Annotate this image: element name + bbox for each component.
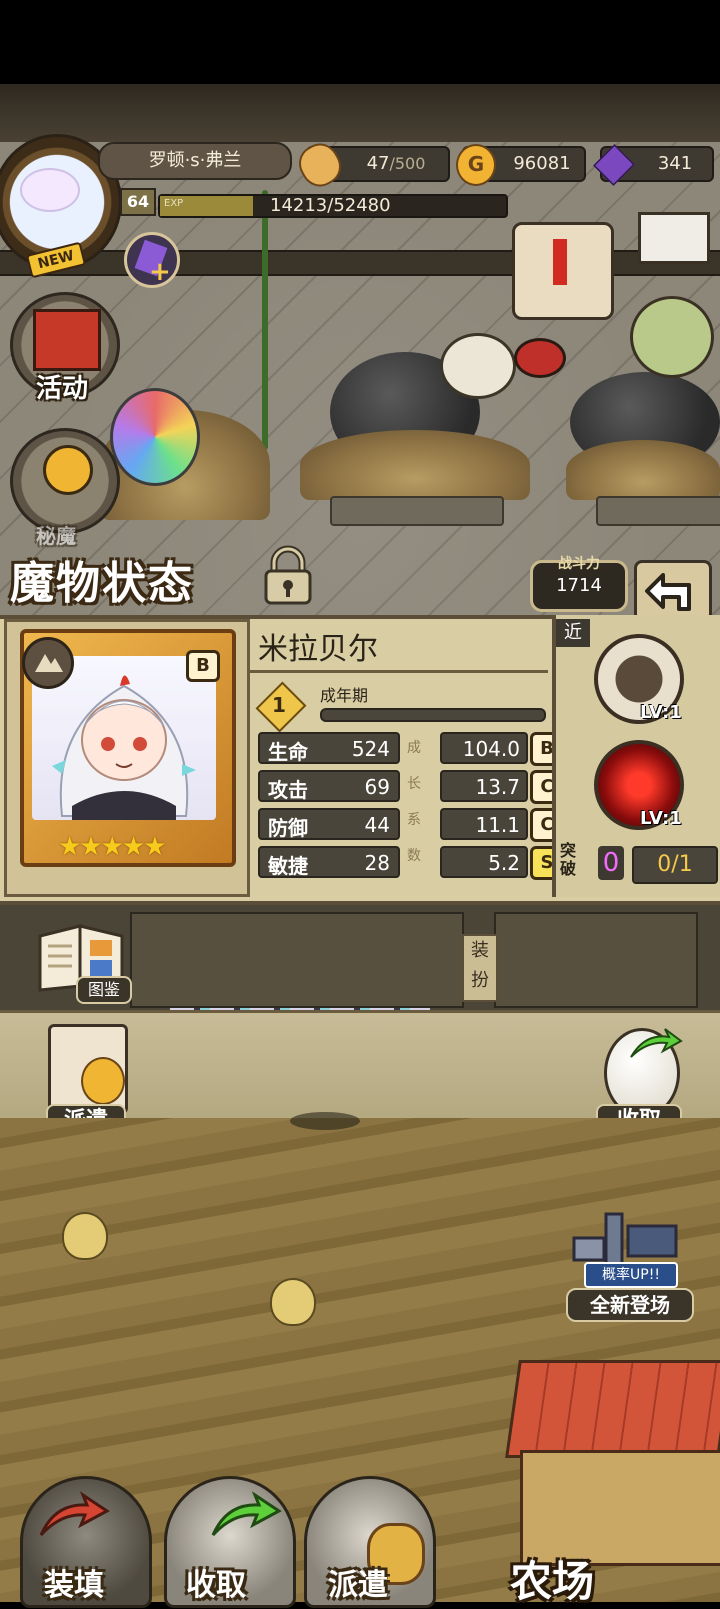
combat-power-label: 战斗力 <box>558 556 600 572</box>
ceiling-beam <box>0 84 720 142</box>
page-title: 魔物状态 <box>10 558 194 609</box>
breakthrough-progress: 0/1 <box>632 846 718 884</box>
chick-1[interactable] <box>62 1212 108 1260</box>
growth-value: 11.1 <box>475 813 520 837</box>
monster-name: 米拉贝尔 <box>258 632 378 667</box>
lock-icon[interactable] <box>258 545 318 607</box>
shadow <box>290 1112 360 1130</box>
growth-box: 104.0 <box>440 732 528 764</box>
shelf-board-left <box>130 912 464 1008</box>
player-level: 64 <box>120 188 156 216</box>
stat-box: 生命 524 <box>258 732 400 764</box>
back-button[interactable] <box>634 560 712 622</box>
stat-box: 防御 44 <box>258 808 400 840</box>
growth-stage-number: 1 <box>272 693 286 717</box>
new-arrival-label[interactable]: 全新登场 <box>566 1288 694 1322</box>
buy-gem-plus-icon[interactable]: + <box>124 232 180 288</box>
nest-center[interactable] <box>300 430 530 500</box>
collect-nav-label: 收取 <box>186 1568 246 1603</box>
green-arrow-icon <box>630 1028 683 1058</box>
breakthrough-value: 0 <box>598 846 624 880</box>
plus-icon: + <box>149 257 171 287</box>
growth-box: 11.1 <box>440 808 528 840</box>
player-name: 罗顿·s·弗兰 <box>98 142 292 180</box>
growth-coefficient-label: 成长系数 <box>407 740 421 864</box>
stat-name: 敏捷 <box>268 854 308 878</box>
back-arrow-icon <box>645 573 691 611</box>
bell-icon <box>43 445 93 495</box>
bread-value: 47 <box>366 153 390 174</box>
gold-value: 96081 <box>513 153 571 174</box>
growth-value: 104.0 <box>462 737 520 761</box>
chick-2[interactable] <box>270 1278 316 1326</box>
stat-value: 69 <box>364 775 390 799</box>
bread-counter[interactable]: 47/500 <box>292 136 450 194</box>
gem-counter[interactable]: 341 <box>593 144 714 186</box>
egg-speech-bubble-icon[interactable] <box>440 333 516 399</box>
attack-range-tag: 近 <box>556 619 590 647</box>
secret-label: 秘魔 <box>36 524 76 548</box>
breakthrough-label: 突破 <box>560 841 577 878</box>
stat-value: 524 <box>351 737 390 761</box>
dispatch-nav-label: 派遣 <box>328 1568 388 1603</box>
growth-value: 5.2 <box>488 851 520 875</box>
nest-right-plate <box>596 496 720 526</box>
bread-max: /500 <box>389 154 426 173</box>
growth-stage-label: 成年期 <box>320 686 369 705</box>
exp-text: 14213/52480 <box>270 195 391 216</box>
secret-button[interactable] <box>10 428 120 534</box>
combat-power: 战斗力 1714 <box>530 556 628 612</box>
growth-box: 13.7 <box>440 770 528 802</box>
quest-scroll-icon[interactable] <box>512 222 614 320</box>
rainbow-egg-icon[interactable] <box>110 388 200 486</box>
exclamation-icon <box>553 239 567 285</box>
hanging-vine <box>262 190 268 450</box>
skill-2-level: LV:1 <box>640 808 682 829</box>
monster-grade: B <box>186 650 220 682</box>
gold-coin-icon: G <box>456 144 496 186</box>
encyclopedia-label[interactable]: 图鉴 <box>76 976 132 1004</box>
status-bar-area <box>0 0 720 84</box>
stat-name: 防御 <box>268 816 308 840</box>
exp-bar: EXP 14213/52480 <box>158 194 508 218</box>
coin-stack-icon <box>81 1057 125 1105</box>
nest-right[interactable] <box>566 440 720 500</box>
shelf-board-right <box>494 912 698 1008</box>
monster-type-icon <box>22 637 74 689</box>
activity-label: 活动 <box>36 374 89 404</box>
stat-name: 生命 <box>268 740 308 764</box>
stat-value: 28 <box>364 851 390 875</box>
green-arrow-icon <box>211 1491 282 1537</box>
gem-value: 341 <box>657 153 693 174</box>
exp-label: EXP <box>164 198 184 209</box>
stat-value: 44 <box>364 813 390 837</box>
monster-stars: ★★★★★ <box>58 832 167 862</box>
red-arrow-icon <box>39 1491 110 1537</box>
ladybug-icon <box>514 338 566 378</box>
stat-box: 攻击 69 <box>258 770 400 802</box>
nest-center-plate <box>330 496 504 526</box>
skill-1-level: LV:1 <box>640 702 682 723</box>
gift-box-icon <box>33 309 101 371</box>
growth-value: 13.7 <box>475 775 520 799</box>
stat-box: 敏捷 28 <box>258 846 400 878</box>
growth-stage-bar <box>320 708 546 722</box>
stat-name: 攻击 <box>268 778 308 802</box>
avatar-face <box>20 168 80 212</box>
farm-label[interactable]: 农场 <box>510 1548 594 1609</box>
mail-icon[interactable] <box>638 212 710 264</box>
farm-roof <box>505 1360 720 1458</box>
rate-up-badge: 概率UP!! <box>584 1262 678 1288</box>
gold-counter[interactable]: G 96081 <box>456 144 586 186</box>
dress-up-tab[interactable]: 装扮 <box>462 934 498 1002</box>
combat-power-value: 1714 <box>556 575 602 596</box>
load-label: 装填 <box>44 1568 104 1603</box>
dispatch-document-icon[interactable] <box>48 1024 128 1114</box>
backpack-icon[interactable] <box>630 296 714 378</box>
growth-box: 5.2 <box>440 846 528 878</box>
